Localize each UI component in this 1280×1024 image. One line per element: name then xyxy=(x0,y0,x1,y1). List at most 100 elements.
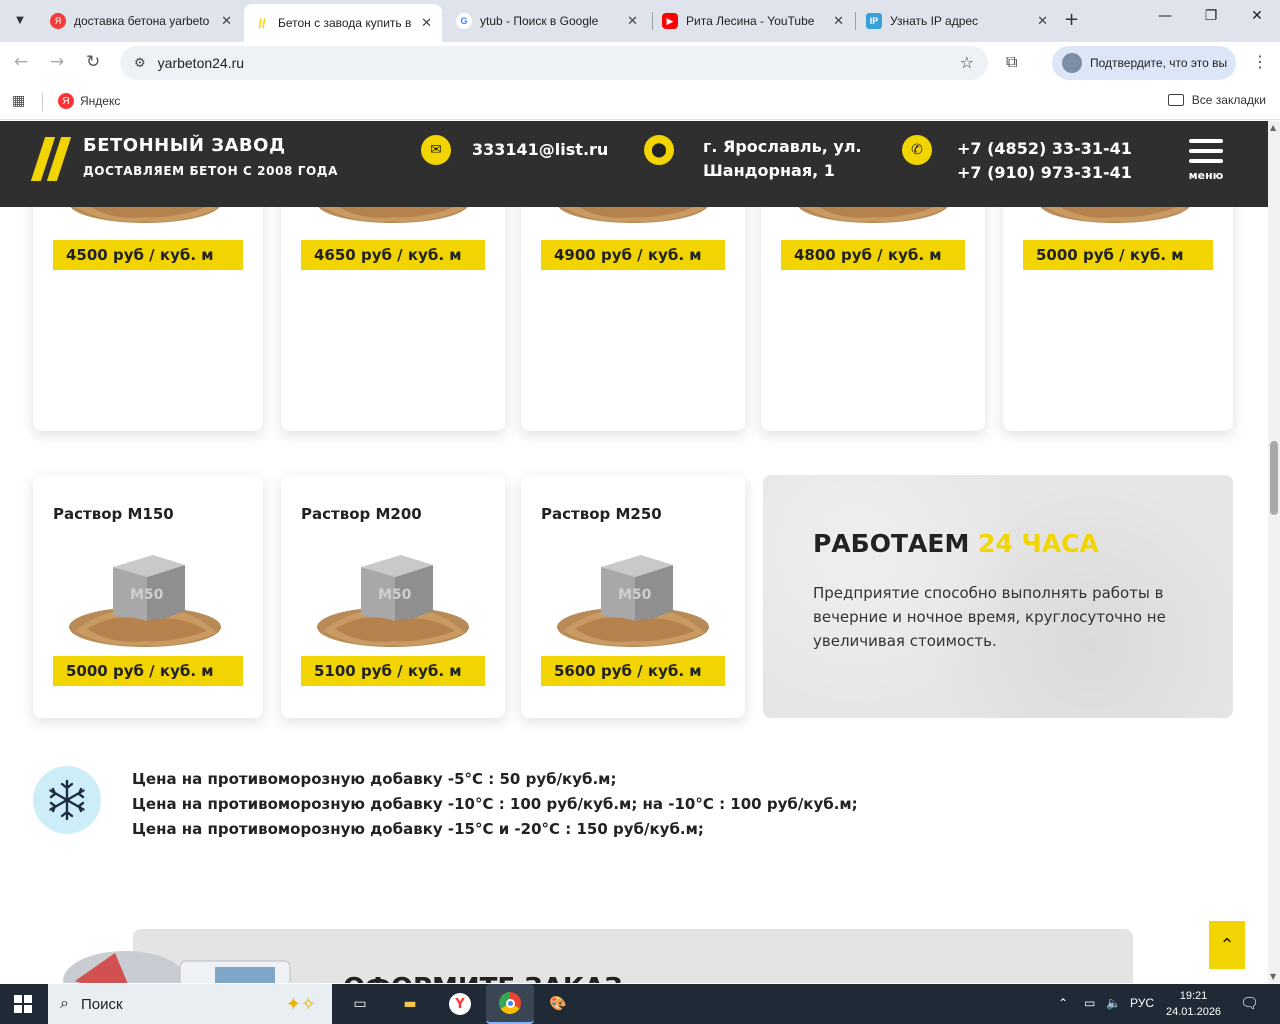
folder-icon xyxy=(1167,94,1184,106)
tab-title: Узнать IP адрес xyxy=(890,14,979,28)
product-price[interactable]: 5600 руб / куб. м xyxy=(541,656,725,686)
volume-icon[interactable]: 🔈 xyxy=(1106,996,1121,1010)
product-price[interactable]: 4800 руб / куб. м xyxy=(781,240,965,270)
product-price[interactable]: 5000 руб / куб. м xyxy=(53,656,243,686)
bookmark-divider xyxy=(42,93,43,111)
phone-link[interactable]: +7 (4852) 33-31-41 xyxy=(957,137,1132,161)
concrete-block-image: M50 xyxy=(555,545,711,649)
extensions-icon[interactable]: ⧉ xyxy=(1006,52,1017,72)
work-title: РАБОТАЕМ 24 ЧАСА xyxy=(813,529,1099,558)
yandex-browser-icon[interactable]: Y xyxy=(446,990,474,1018)
product-card[interactable]: Раствор М250 M50 5600 руб / куб. м xyxy=(521,475,745,718)
file-explorer-icon[interactable]: ▬ xyxy=(396,990,424,1018)
taskbar-clock[interactable]: 19:21 24.01.2026 xyxy=(1166,988,1221,1020)
browser-tab-2[interactable]: // Бетон с завода купить в ✕ xyxy=(244,4,442,42)
product-price[interactable]: 4900 руб / куб. м xyxy=(541,240,725,270)
product-name: Раствор М250 xyxy=(541,505,662,523)
antifreeze-price-line: Цена на противоморозную добавку -10°С : … xyxy=(132,795,858,813)
brand-subtitle: ДОСТАВЛЯЕМ БЕТОН С 2008 ГОДА xyxy=(83,164,338,178)
product-price[interactable]: 5000 руб / куб. м xyxy=(1023,240,1213,270)
youtube-icon: ▶ xyxy=(662,13,678,29)
search-icon: ⌕ xyxy=(60,995,69,1012)
close-window-icon[interactable]: ✕ xyxy=(1242,8,1272,24)
url-text[interactable]: yarbeton24.ru xyxy=(158,55,244,71)
clock-date: 24.01.2026 xyxy=(1166,1006,1222,1018)
avatar xyxy=(1062,53,1082,73)
verify-identity-button[interactable]: Подтвердите, что это вы xyxy=(1052,46,1236,80)
yandex-icon: Я xyxy=(50,13,66,29)
apps-grid-icon[interactable]: ▦ xyxy=(12,93,25,109)
site-logo-icon[interactable] xyxy=(30,137,72,181)
scrollbar-thumb[interactable] xyxy=(1270,441,1278,515)
header-address: г. Ярославль, ул. Шандорная, 1 xyxy=(703,135,862,183)
tab-title: Рита Лесина - YouTube xyxy=(686,14,815,28)
header-phones: +7 (4852) 33-31-41 +7 (910) 973-31-41 xyxy=(957,137,1132,185)
antifreeze-price-line: Цена на противоморозную добавку -5°С : 5… xyxy=(132,770,617,788)
close-tab-icon[interactable]: ✕ xyxy=(627,13,638,29)
browser-tab-3[interactable]: G ytub - Поиск в Google ✕ xyxy=(446,6,648,36)
address-line: г. Ярославль, ул. xyxy=(703,137,862,156)
close-tab-icon[interactable]: ✕ xyxy=(421,15,432,31)
bookmark-label: Яндекс xyxy=(80,94,121,108)
product-price[interactable]: 4650 руб / куб. м xyxy=(301,240,485,270)
bookmarks-bar: ▦ Я Яндекс Все закладки xyxy=(0,84,1280,120)
google-icon: G xyxy=(456,13,472,29)
product-card[interactable]: Раствор М200 M50 5100 руб / куб. м xyxy=(281,475,505,718)
site-logo-icon: // xyxy=(258,15,266,31)
product-price[interactable]: 5100 руб / куб. м xyxy=(301,656,485,686)
menu-button[interactable]: меню xyxy=(1188,139,1224,182)
close-tab-icon[interactable]: ✕ xyxy=(1037,13,1048,29)
work-description: Предприятие способно выполнять работы в … xyxy=(813,584,1166,650)
all-bookmarks-label: Все закладки xyxy=(1191,93,1266,107)
header-email[interactable]: 333141@list.ru xyxy=(472,138,608,162)
bookmark-yandex[interactable]: Я Яндекс xyxy=(58,93,120,109)
bookmark-star-icon[interactable]: ☆ xyxy=(960,53,974,72)
browser-tab-5[interactable]: IP Узнать IP адрес ✕ xyxy=(856,6,1058,36)
product-card[interactable]: Раствор М150 M50 5000 руб / куб. м xyxy=(33,475,263,718)
site-info-icon[interactable]: ⚙ xyxy=(134,56,146,71)
product-price[interactable]: 4500 руб / куб. м xyxy=(53,240,243,270)
phone-link[interactable]: +7 (910) 973-31-41 xyxy=(957,161,1132,185)
svg-text:M50: M50 xyxy=(618,587,652,603)
scroll-up-arrow-icon[interactable]: ▲ xyxy=(1270,123,1276,132)
close-tab-icon[interactable]: ✕ xyxy=(221,13,232,29)
page-scrollbar[interactable]: ▲ ▼ xyxy=(1268,121,1280,983)
notifications-icon[interactable]: 🗨 xyxy=(1240,994,1259,1012)
restore-icon[interactable]: ❐ xyxy=(1196,8,1226,24)
browser-menu-icon[interactable]: ⋮ xyxy=(1252,52,1268,71)
product-name: Раствор М150 xyxy=(53,505,174,523)
minimize-icon[interactable]: — xyxy=(1150,8,1180,24)
browser-tab-1[interactable]: Я доставка бетона yarbeto ✕ xyxy=(40,6,242,36)
brand[interactable]: БЕТОННЫЙ ЗАВОД ДОСТАВЛЯЕМ БЕТОН С 2008 Г… xyxy=(83,135,338,178)
antifreeze-price-line: Цена на противоморозную добавку -15°С и … xyxy=(132,820,704,838)
windows-taskbar: ⌕ Поиск ✦✧ ▭ ▬ Y 🎨 ⌃ ▭ 🔈 РУС 19:21 24.01… xyxy=(0,984,1280,1024)
scroll-down-arrow-icon[interactable]: ▼ xyxy=(1270,972,1276,981)
taskbar-search[interactable]: ⌕ Поиск ✦✧ xyxy=(48,984,332,1024)
page-viewport: БЕТОННЫЙ ЗАВОД ДОСТАВЛЯЕМ БЕТОН С 2008 Г… xyxy=(0,121,1268,983)
back-icon[interactable]: ← xyxy=(14,52,28,72)
mail-icon: ✉ xyxy=(421,135,451,165)
scroll-to-top-button[interactable]: ⌃ xyxy=(1209,921,1245,969)
paint-icon[interactable]: 🎨 xyxy=(544,990,572,1018)
network-icon[interactable]: ▭ xyxy=(1084,996,1095,1010)
chrome-icon[interactable] xyxy=(486,984,534,1024)
new-tab-icon[interactable]: + xyxy=(1064,9,1079,30)
forward-icon[interactable]: → xyxy=(50,52,64,72)
task-view-icon[interactable]: ▭ xyxy=(346,990,374,1018)
order-title: ОФОРМИТЕ ЗАКАЗ xyxy=(343,973,623,983)
tab-search-chevron-icon[interactable]: ▼ xyxy=(8,8,32,32)
phone-icon: ✆ xyxy=(902,135,932,165)
all-bookmarks-button[interactable]: Все закладки xyxy=(1167,93,1266,107)
language-indicator[interactable]: РУС xyxy=(1130,996,1154,1010)
address-bar[interactable]: ⚙ yarbeton24.ru ☆ xyxy=(120,46,988,80)
sparkle-icon: ✦✧ xyxy=(285,993,316,1014)
menu-label: меню xyxy=(1188,169,1224,182)
tray-chevron-icon[interactable]: ⌃ xyxy=(1058,996,1068,1010)
windows-start-icon[interactable] xyxy=(14,995,32,1013)
reload-icon[interactable]: ↻ xyxy=(86,52,100,72)
snowflake-icon xyxy=(33,766,101,834)
browser-tab-4[interactable]: ▶ Рита Лесина - YouTube ✕ xyxy=(652,6,854,36)
work-24h-block: РАБОТАЕМ 24 ЧАСА Предприятие способно вы… xyxy=(763,475,1233,718)
close-tab-icon[interactable]: ✕ xyxy=(833,13,844,29)
product-name: Раствор М200 xyxy=(301,505,422,523)
